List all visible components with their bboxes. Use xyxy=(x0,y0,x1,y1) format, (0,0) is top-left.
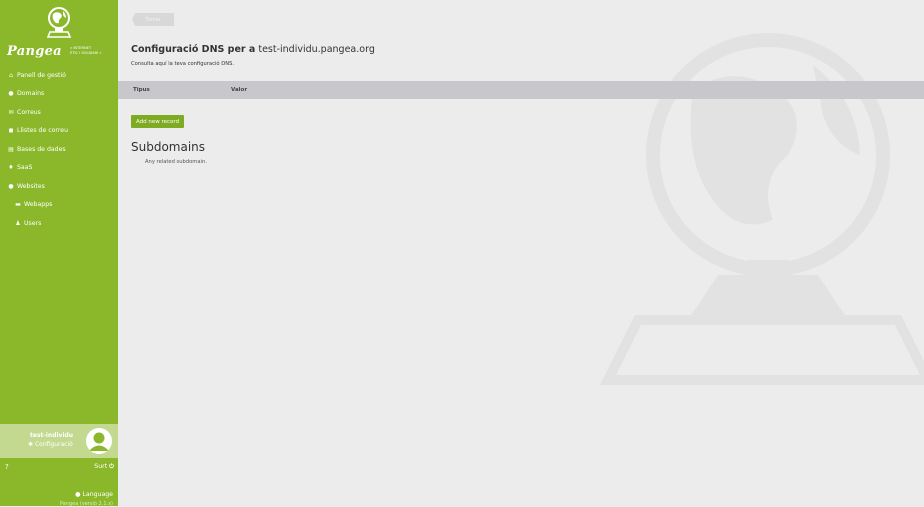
user-avatar-icon xyxy=(86,428,112,454)
username: test-individu xyxy=(30,432,74,439)
sidebar-item-bases-de-dades[interactable]: ▤ Bases de dades xyxy=(0,140,118,159)
language-label: Language xyxy=(82,491,113,498)
user-icon: ♟ xyxy=(15,219,21,227)
sidebar-item-label: Domains xyxy=(17,90,45,98)
brand-logo[interactable]: Pangea « INTERNET ÈTIC I SOLIDARI » xyxy=(0,4,118,64)
config-link[interactable]: ✱ Configuració xyxy=(28,441,73,448)
version-text: Pangea (versió 2.1.x) xyxy=(59,501,113,507)
sidebar-item-label: Webapps xyxy=(24,201,53,209)
sidebar-item-label: Websites xyxy=(17,182,45,190)
home-icon: ⌂ xyxy=(9,71,13,79)
flame-icon: ♦ xyxy=(8,164,14,172)
dns-table-header: Tipus Valor xyxy=(118,81,924,99)
column-header-value[interactable]: Valor xyxy=(231,87,247,93)
power-icon: ⏻ xyxy=(109,463,114,470)
page-title-domain: test-individu.pangea.org xyxy=(255,44,375,55)
sidebar-item-llistes[interactable]: ◼ Llistes de correu xyxy=(0,122,118,141)
column-header-type[interactable]: Tipus xyxy=(133,87,150,93)
sidebar-item-label: SaaS xyxy=(17,164,33,172)
globe-icon: ● xyxy=(8,90,14,98)
main-content: Tornar Configuració DNS per a test-indiv… xyxy=(118,0,924,506)
page-title: Configuració DNS per a test-individu.pan… xyxy=(131,44,375,55)
sidebar-nav: ⌂ Panell de gestió ● Domains ✉ Correus ◼… xyxy=(0,66,118,233)
page-subtitle: Consulta aquí la teva configuració DNS. xyxy=(131,61,235,67)
users-icon: ◼ xyxy=(8,127,14,135)
sidebar-item-saas[interactable]: ♦ SaaS xyxy=(0,159,118,178)
sidebar-item-label: Correus xyxy=(17,108,41,116)
sidebar: Pangea « INTERNET ÈTIC I SOLIDARI » ⌂ Pa… xyxy=(0,0,118,507)
globe-icon: ● xyxy=(75,491,81,498)
globe-icon: ● xyxy=(8,182,14,190)
config-label: Configuració xyxy=(34,441,73,448)
logout-label: Surt xyxy=(94,463,108,470)
brand-tagline: « INTERNET ÈTIC I SOLIDARI » xyxy=(70,46,114,55)
database-icon: ▤ xyxy=(8,145,14,153)
user-panel: test-individu ✱ Configuració xyxy=(0,424,118,458)
question-circle-icon[interactable]: ? xyxy=(5,463,9,471)
sidebar-item-correus[interactable]: ✉ Correus xyxy=(0,103,118,122)
brand-tagline-line-2: ÈTIC I SOLIDARI » xyxy=(70,50,102,55)
mail-icon: ✉ xyxy=(8,108,14,116)
back-button[interactable]: Tornar xyxy=(132,13,174,26)
language-selector[interactable]: ● Language xyxy=(75,491,113,498)
add-record-button[interactable]: Add new record xyxy=(131,115,185,128)
avatar[interactable] xyxy=(86,428,112,454)
sidebar-item-label: Panell de gestió xyxy=(17,71,66,79)
watermark-globe-computer-icon xyxy=(599,33,924,385)
page-title-bold: Configuració DNS per a xyxy=(131,44,256,55)
subdomains-heading: Subdomains xyxy=(131,140,206,154)
subdomains-description: Any related subdomain. xyxy=(145,159,207,165)
sidebar-item-label: Bases de dades xyxy=(17,145,66,153)
folder-icon: ▬ xyxy=(15,201,21,209)
sidebar-item-panell[interactable]: ⌂ Panell de gestió xyxy=(0,66,118,85)
sidebar-item-websites[interactable]: ● Websites xyxy=(0,177,118,196)
gear-icon: ✱ xyxy=(28,441,34,448)
sidebar-item-label: Users xyxy=(24,219,42,227)
sidebar-item-label: Llistes de correu xyxy=(17,127,68,135)
sidebar-item-users[interactable]: ♟ Users xyxy=(0,214,118,233)
globe-computer-icon xyxy=(46,7,72,38)
logout-button[interactable]: Surt ⏻ xyxy=(94,463,114,471)
sidebar-item-domains[interactable]: ● Domains xyxy=(0,85,118,104)
sidebar-item-webapps[interactable]: ▬ Webapps xyxy=(0,196,118,215)
brand-name: Pangea xyxy=(7,44,62,59)
